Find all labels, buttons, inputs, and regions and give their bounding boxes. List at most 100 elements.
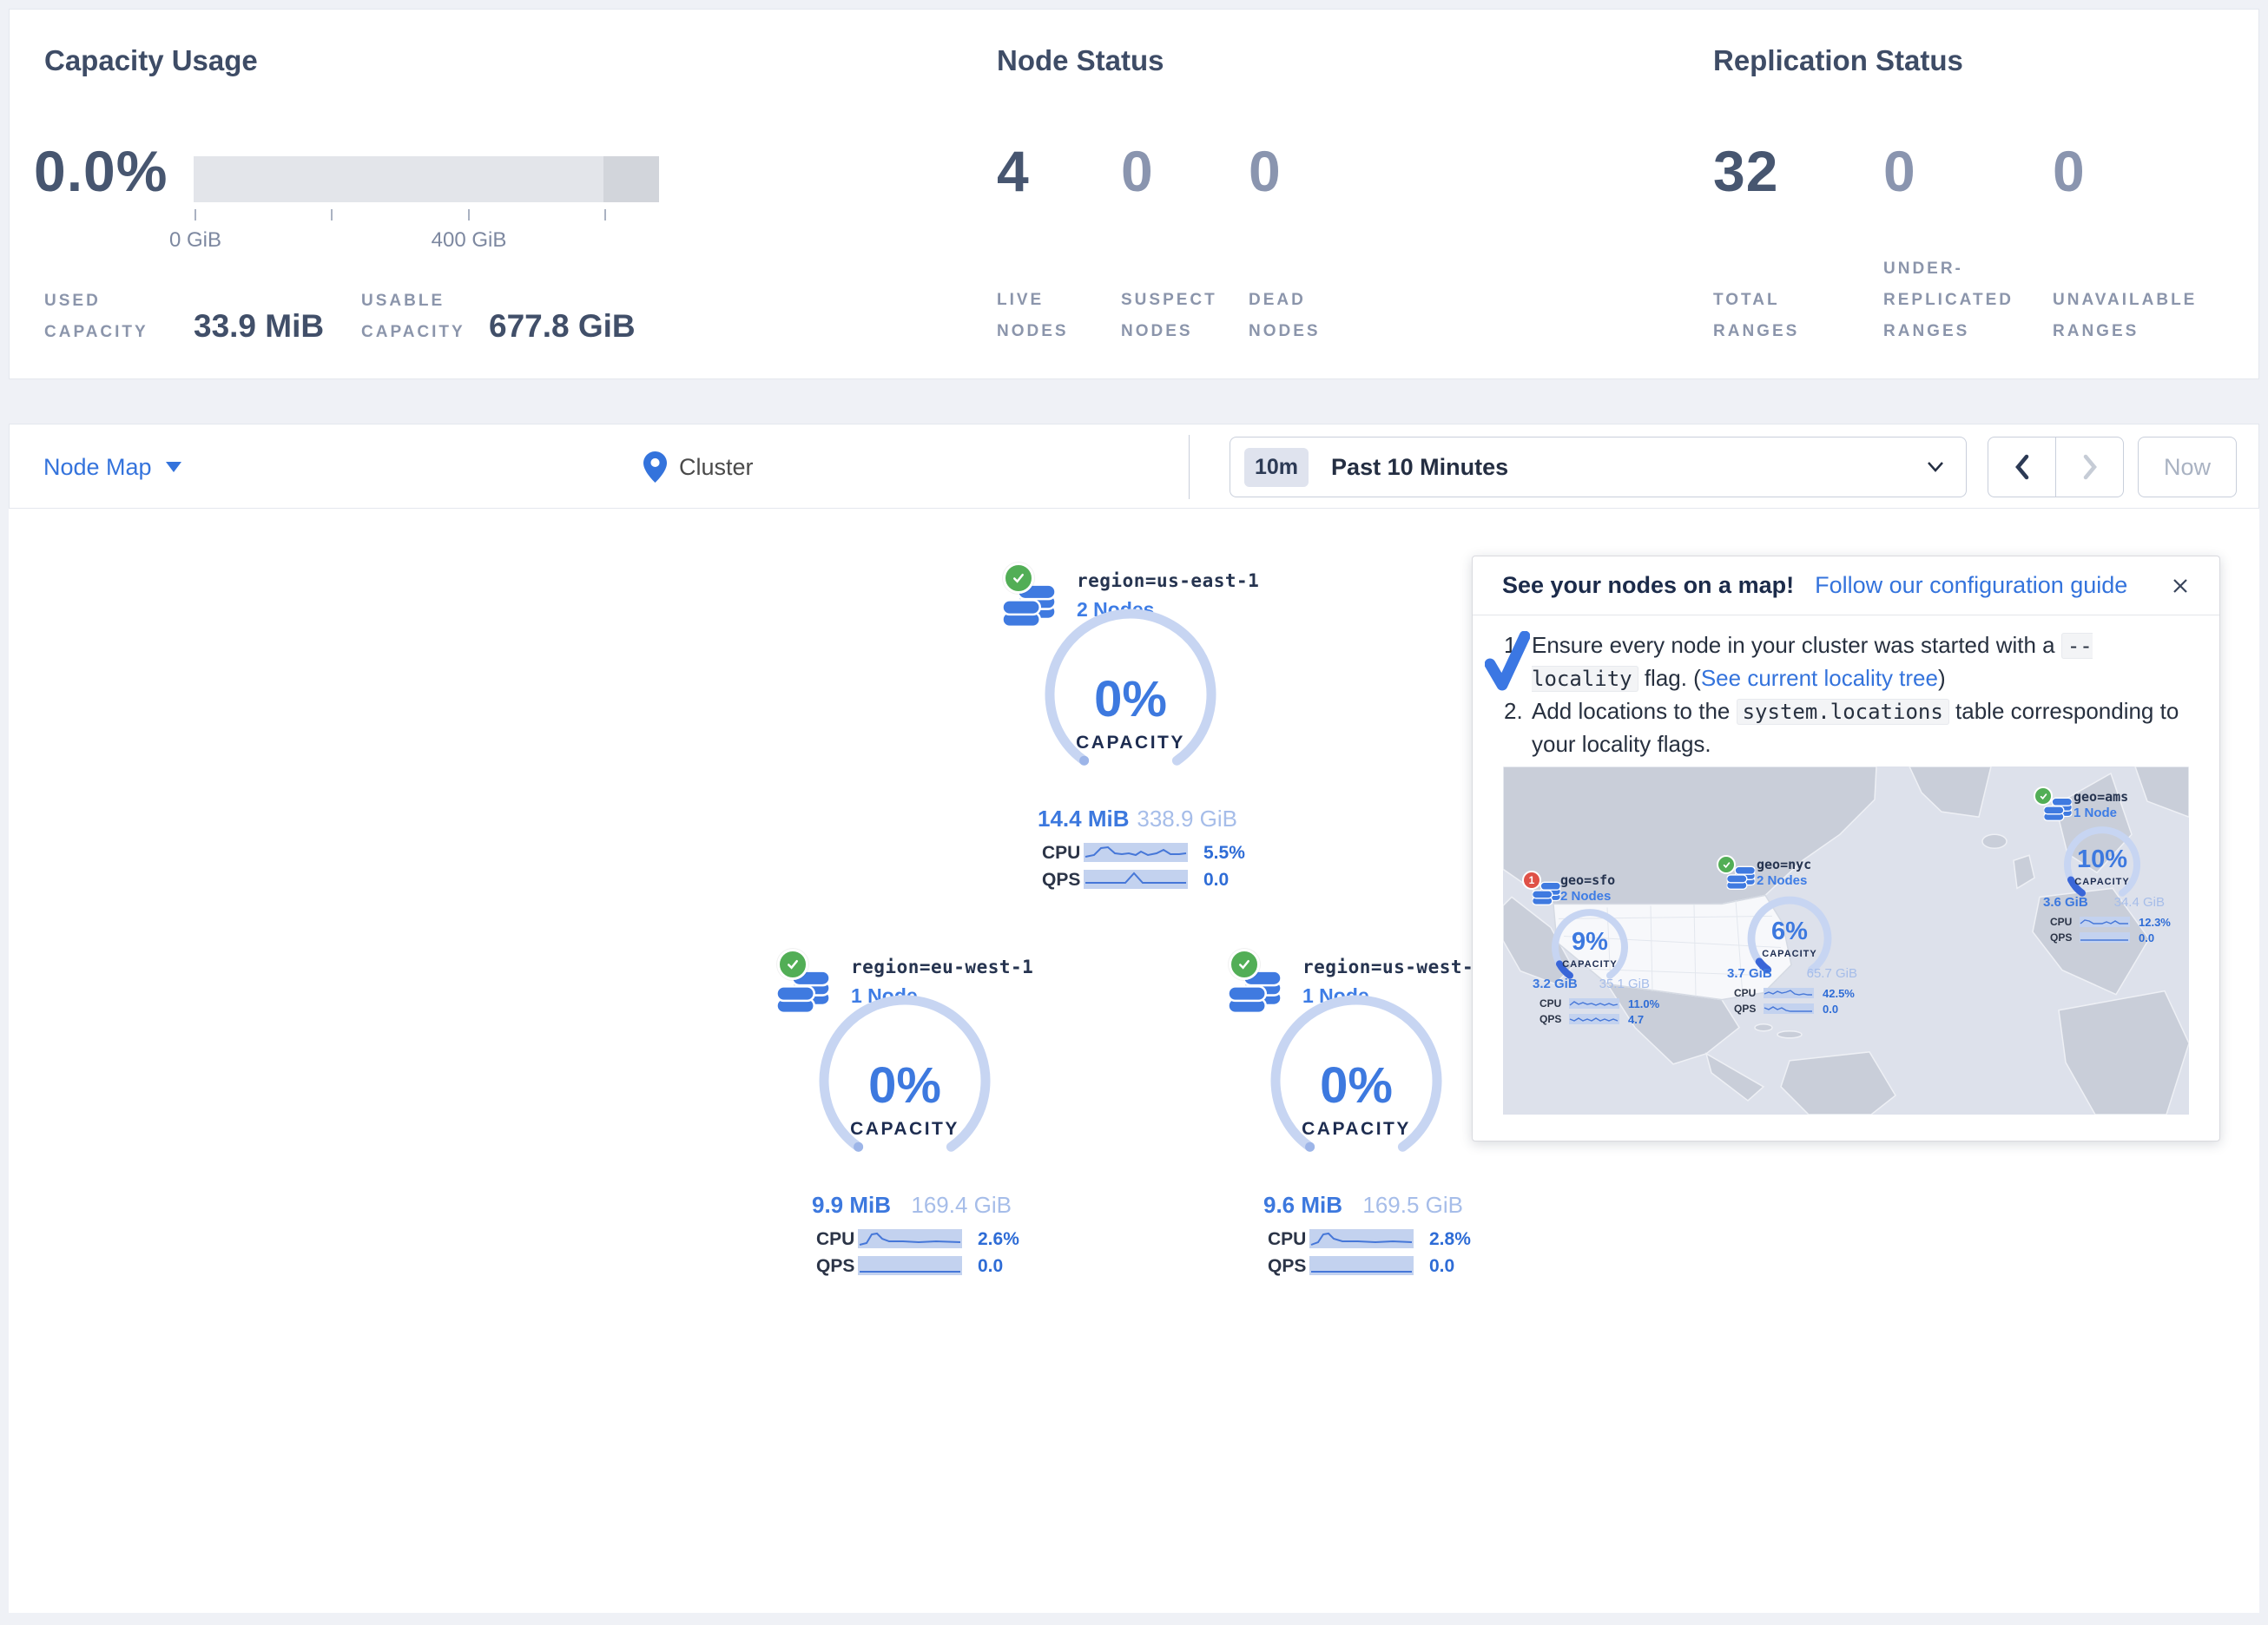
capacity-tick-0: 0 GiB (169, 228, 221, 253)
live-nodes-value: 4 (997, 138, 1030, 204)
cpu-metric: CPU 2.6% (816, 1229, 1033, 1250)
caret-down-icon (166, 462, 181, 472)
cpu-metric: CPU 5.5% (1042, 843, 1259, 864)
capacity-range: 14.4 MiB 338.9 GiB (1038, 806, 1237, 832)
check-icon (1011, 570, 1026, 586)
configuration-guide-link[interactable]: Follow our configuration guide (1815, 572, 2127, 599)
check-icon (1236, 957, 1252, 972)
qps-value: 0.0 (978, 1256, 1003, 1277)
qps-label: QPS (1539, 1013, 1561, 1025)
popup-title: See your nodes on a map! (1502, 572, 1794, 599)
gauge-percent: 9% (1546, 928, 1633, 957)
used-value: 3.2 GiB (1533, 977, 1578, 991)
cpu-value: 11.0% (1628, 997, 1659, 1010)
gauge-capacity-label: CAPACITY (1546, 959, 1633, 970)
unavailable-ranges-label: UNAVAILABLE RANGES (2053, 285, 2209, 347)
map-pin-icon (643, 451, 667, 483)
cpu-sparkline (1084, 843, 1188, 862)
system-locations-code: system.locations (1737, 699, 1949, 725)
cpu-label: CPU (1539, 997, 1561, 1010)
cpu-label: CPU (1268, 1229, 1306, 1250)
step-done-check-icon (1485, 631, 1530, 695)
capacity-usage-percent: 0.0% (34, 138, 168, 204)
used-value: 3.7 GiB (1727, 966, 1772, 981)
map-node-nodes-link[interactable]: 2 Nodes (1560, 889, 1611, 904)
view-selector-dropdown[interactable]: Node Map (43, 424, 181, 510)
cpu-value: 42.5% (1823, 987, 1855, 1000)
time-step-buttons (1988, 437, 2124, 497)
locality-tree-link[interactable]: See current locality tree (1701, 665, 1938, 691)
used-value: 9.9 MiB (812, 1192, 891, 1219)
total-value: 65.7 GiB (1807, 966, 1857, 981)
cpu-sparkline (1764, 988, 1814, 998)
popup-header: See your nodes on a map! Follow our conf… (1473, 556, 2219, 615)
region-card-us-east-1[interactable]: region=us-east-1 2 Nodes 0% CAPACITY 14.… (994, 560, 1281, 898)
time-step-forward-button[interactable] (2055, 438, 2123, 497)
healthy-check-badge (1003, 562, 1034, 594)
gauge-capacity-label: CAPACITY (1035, 733, 1226, 753)
gauge-percent: 6% (1746, 918, 1833, 946)
replication-status-title: Replication Status (1713, 44, 1963, 77)
map-node-nodes-link[interactable]: 2 Nodes (1757, 873, 1807, 888)
now-button[interactable]: Now (2138, 437, 2237, 497)
under-replicated-ranges-label: UNDER-REPLICATED RANGES (1883, 253, 2031, 347)
check-icon (785, 957, 801, 972)
cpu-value: 2.6% (978, 1229, 1019, 1250)
usable-capacity-value: 677.8 GiB (489, 308, 636, 345)
node-map-page: Capacity Usage 0.0% 0 GiB 400 GiB USED C… (0, 0, 2268, 1625)
cpu-sparkline (1569, 998, 1619, 1009)
qps-sparkline (858, 1256, 962, 1275)
suspect-nodes-value: 0 (1121, 138, 1154, 204)
region-name: region=us-east-1 (1077, 570, 1259, 591)
region-card-us-west-1[interactable]: region=us-west-1 1 Node 0% CAPACITY 9.6 … (1220, 946, 1507, 1285)
healthy-check-badge (2034, 786, 2053, 806)
qps-sparkline (1569, 1014, 1619, 1024)
map-node-name: geo=nyc (1757, 857, 1811, 872)
cpu-value: 2.8% (1429, 1229, 1471, 1250)
step-2-number: 2. (1504, 695, 1532, 760)
qps-label: QPS (1734, 1003, 1756, 1015)
time-range-dropdown[interactable]: 10m Past 10 Minutes (1230, 437, 1967, 497)
cpu-label: CPU (1734, 987, 1756, 999)
close-button[interactable] (2171, 576, 2190, 595)
capacity-range: 9.9 MiB 169.4 GiB (812, 1192, 1012, 1219)
time-step-back-button[interactable] (1988, 438, 2055, 497)
total-value: 34.4 GiB (2114, 895, 2165, 910)
node-map-canvas: region=us-east-1 2 Nodes 0% CAPACITY 14.… (9, 509, 2259, 1613)
gauge-capacity-label: CAPACITY (1746, 949, 1833, 959)
region-card-eu-west-1[interactable]: region=eu-west-1 1 Node 0% CAPACITY 9.9 … (768, 946, 1055, 1285)
capacity-usage-bar-end (603, 156, 659, 202)
qps-label: QPS (1268, 1256, 1306, 1277)
used-capacity-label: USED CAPACITY (44, 286, 183, 348)
used-capacity-value: 33.9 MiB (194, 308, 324, 345)
capacity-axis: 0 GiB 400 GiB (194, 209, 659, 253)
capacity-usage-bar (194, 156, 659, 202)
capacity-gauge: 0% CAPACITY (809, 985, 1000, 1176)
map-node-nodes-link[interactable]: 1 Node (2074, 806, 2117, 820)
cpu-metric: CPU 2.8% (1268, 1229, 1485, 1250)
qps-label: QPS (816, 1256, 854, 1277)
total-ranges-label: TOTAL RANGES (1713, 285, 1826, 347)
capacity-gauge: 0% CAPACITY (1261, 985, 1452, 1176)
chevron-right-icon (2081, 454, 2099, 480)
gauge-percent: 0% (1261, 1056, 1452, 1115)
qps-value: 0.0 (2139, 931, 2154, 944)
unavailable-ranges-value: 0 (2053, 138, 2086, 204)
breadcrumb-label: Cluster (679, 454, 754, 481)
qps-metric: QPS 0.0 (1268, 1256, 1485, 1277)
total-value: 169.5 GiB (1362, 1192, 1463, 1219)
qps-sparkline (1084, 870, 1188, 889)
gauge-percent: 0% (1035, 670, 1226, 728)
gauge-percent: 10% (2059, 845, 2146, 874)
time-range-badge: 10m (1244, 448, 1309, 487)
healthy-check-badge (1717, 855, 1736, 874)
capacity-range: 3.6 GiB 34.4 GiB (2043, 895, 2165, 910)
under-replicated-ranges-value: 0 (1883, 138, 1916, 204)
breadcrumb[interactable]: Cluster (643, 424, 754, 510)
used-value: 14.4 MiB (1038, 806, 1130, 832)
capacity-gauge: 0% CAPACITY (1035, 599, 1226, 790)
gauge-percent: 0% (809, 1056, 1000, 1115)
qps-sparkline (1309, 1256, 1414, 1275)
cpu-label: CPU (1042, 843, 1080, 864)
close-icon (2171, 576, 2190, 595)
